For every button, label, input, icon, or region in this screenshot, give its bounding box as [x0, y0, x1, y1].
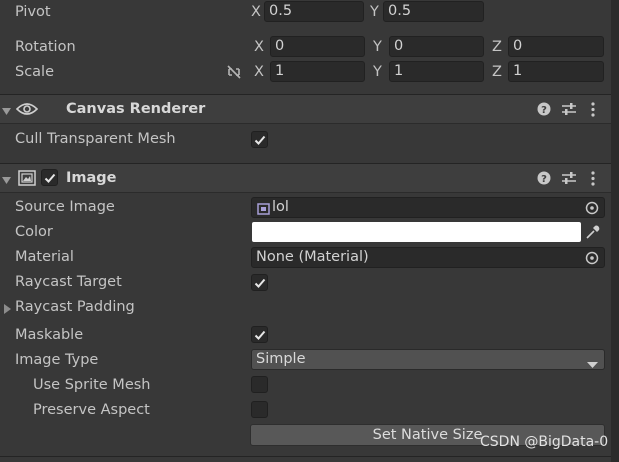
rotation-y-field[interactable]: 0: [389, 36, 484, 57]
pivot-label: Pivot: [15, 4, 51, 20]
image-type-value: Simple: [256, 351, 306, 367]
foldout-arrow-icon[interactable]: [2, 173, 11, 189]
help-icon[interactable]: ?: [537, 102, 551, 120]
presets-icon[interactable]: [561, 102, 577, 120]
cull-transparent-mesh-label: Cull Transparent Mesh: [15, 131, 176, 147]
scale-x-axis-label[interactable]: X: [254, 64, 264, 80]
use-sprite-mesh-label: Use Sprite Mesh: [33, 377, 151, 393]
presets-icon[interactable]: [561, 171, 577, 189]
color-swatch[interactable]: [252, 222, 581, 242]
scale-z-field[interactable]: 1: [508, 61, 604, 82]
kebab-menu-icon[interactable]: [590, 102, 596, 121]
source-image-field[interactable]: lol: [251, 197, 605, 218]
rotation-x-field[interactable]: 0: [270, 36, 365, 57]
svg-text:?: ?: [541, 174, 547, 185]
pivot-y-field[interactable]: 0.5: [383, 1, 484, 22]
raycast-target-label: Raycast Target: [15, 274, 122, 290]
foldout-arrow-icon[interactable]: [2, 104, 11, 120]
source-image-label: Source Image: [15, 199, 115, 215]
image-title: Image: [66, 170, 117, 186]
material-label: Material: [15, 249, 74, 265]
maskable-label: Maskable: [15, 327, 84, 343]
image-type-dropdown[interactable]: Simple: [251, 349, 605, 370]
image-enabled-checkbox[interactable]: [41, 169, 58, 186]
image-type-label: Image Type: [15, 352, 99, 368]
material-field[interactable]: None (Material): [251, 247, 605, 268]
image-header[interactable]: Image ?: [0, 163, 611, 193]
cull-transparent-mesh-checkbox[interactable]: [251, 131, 268, 148]
image-component-icon: [18, 170, 36, 190]
pivot-x-field[interactable]: 0.5: [264, 1, 364, 22]
material-value: None (Material): [256, 249, 369, 265]
preserve-aspect-checkbox[interactable]: [251, 401, 268, 418]
canvas-renderer-title: Canvas Renderer: [66, 101, 206, 117]
rotation-label: Rotation: [15, 39, 76, 55]
eyedropper-icon[interactable]: [585, 224, 601, 244]
object-picker-icon[interactable]: [585, 201, 599, 221]
svg-text:?: ?: [541, 105, 547, 116]
scale-label: Scale: [15, 64, 55, 80]
help-icon[interactable]: ?: [537, 171, 551, 189]
constrain-proportions-icon[interactable]: [225, 65, 243, 83]
sprite-icon: [257, 202, 270, 221]
eye-icon: [15, 100, 39, 122]
watermark: CSDN @BigData-0: [480, 434, 609, 450]
rotation-x-axis-label[interactable]: X: [254, 39, 264, 55]
scale-x-field[interactable]: 1: [270, 61, 365, 82]
object-picker-icon[interactable]: [585, 251, 599, 271]
raycast-target-checkbox[interactable]: [251, 274, 268, 291]
pivot-y-axis-label[interactable]: Y: [370, 4, 379, 20]
source-image-value: lol: [272, 199, 289, 215]
maskable-checkbox[interactable]: [251, 326, 268, 343]
divider: [0, 456, 611, 457]
raycast-padding-label[interactable]: Raycast Padding: [15, 299, 135, 315]
scale-y-axis-label[interactable]: Y: [373, 64, 382, 80]
rotation-z-field[interactable]: 0: [508, 36, 604, 57]
rotation-y-axis-label[interactable]: Y: [373, 39, 382, 55]
use-sprite-mesh-checkbox[interactable]: [251, 376, 268, 393]
dropdown-arrow-icon: [587, 356, 598, 375]
foldout-arrow-icon[interactable]: [3, 302, 11, 318]
color-label: Color: [15, 224, 53, 240]
scale-y-field[interactable]: 1: [389, 61, 484, 82]
pivot-x-axis-label[interactable]: X: [251, 4, 261, 20]
kebab-menu-icon[interactable]: [590, 171, 596, 190]
scale-z-axis-label[interactable]: Z: [492, 64, 502, 80]
rotation-z-axis-label[interactable]: Z: [492, 39, 502, 55]
vertical-scrollbar[interactable]: [611, 0, 619, 462]
canvas-renderer-header[interactable]: Canvas Renderer ?: [0, 94, 611, 124]
preserve-aspect-label: Preserve Aspect: [33, 402, 150, 418]
